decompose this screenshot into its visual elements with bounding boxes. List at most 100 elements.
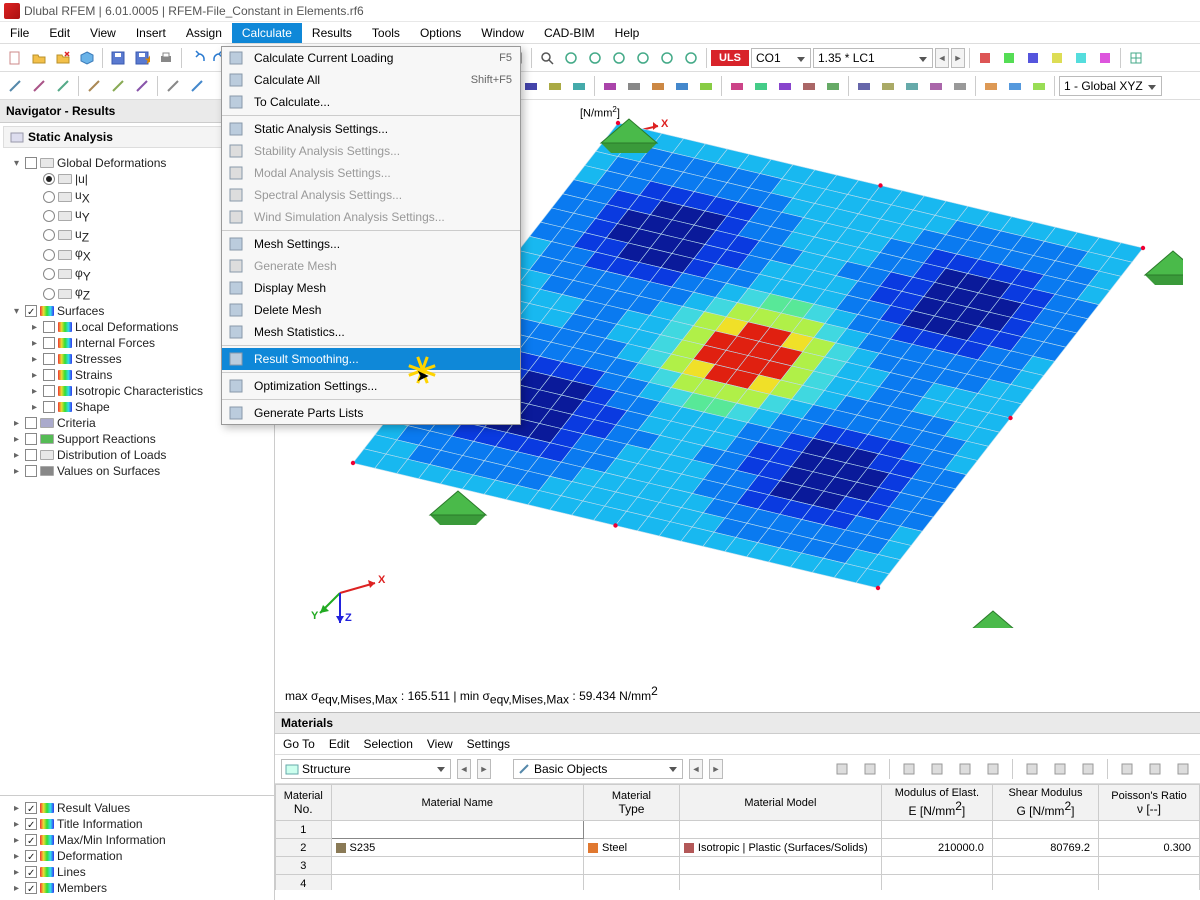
model-icon[interactable] xyxy=(76,47,98,69)
table-row[interactable]: 4 xyxy=(276,875,1200,891)
zoom-extents-icon[interactable] xyxy=(536,47,558,69)
menu-insert[interactable]: Insert xyxy=(126,23,176,43)
display-tool-icon[interactable] xyxy=(647,75,669,97)
next-button[interactable]: ► xyxy=(951,48,965,68)
menu-assign[interactable]: Assign xyxy=(176,23,232,43)
view-tool-icon[interactable] xyxy=(656,47,678,69)
display-tool-icon[interactable] xyxy=(798,75,820,97)
table-row[interactable]: 2S235SteelIsotropic | Plastic (Surfaces/… xyxy=(276,839,1200,857)
grid3-icon[interactable] xyxy=(954,758,976,780)
menuitem-mesh-settings-[interactable]: Mesh Settings... xyxy=(222,233,520,255)
view-tool-icon[interactable] xyxy=(584,47,606,69)
menu-calculate[interactable]: Calculate xyxy=(232,23,302,43)
matmenu-view[interactable]: View xyxy=(427,737,453,751)
result-tool-icon[interactable] xyxy=(1022,47,1044,69)
draw-tool-icon[interactable] xyxy=(52,75,74,97)
prev-button[interactable]: ◄ xyxy=(935,48,949,68)
tree-support-reactions[interactable]: ▸ Support Reactions xyxy=(2,431,272,447)
dispopt-result-values[interactable]: ▸ Result Values xyxy=(2,800,272,816)
grid2-icon[interactable] xyxy=(926,758,948,780)
open-icon[interactable] xyxy=(28,47,50,69)
view-tool-icon[interactable] xyxy=(560,47,582,69)
basic-prev[interactable]: ◄ xyxy=(689,759,703,779)
display-tool-icon[interactable] xyxy=(822,75,844,97)
struct-prev[interactable]: ◄ xyxy=(457,759,471,779)
dispopt-max-min-information[interactable]: ▸ Max/Min Information xyxy=(2,832,272,848)
loadcase-combo[interactable]: CO1 xyxy=(751,48,811,68)
menu-window[interactable]: Window xyxy=(471,23,534,43)
menu-file[interactable]: File xyxy=(0,23,39,43)
structure-combo[interactable]: Structure xyxy=(281,759,451,779)
del-icon[interactable] xyxy=(1049,758,1071,780)
result-tool-icon[interactable] xyxy=(1094,47,1116,69)
menuitem-result-smoothing-[interactable]: Result Smoothing... xyxy=(222,348,520,370)
grid1-icon[interactable] xyxy=(898,758,920,780)
basic-objects-combo[interactable]: Basic Objects xyxy=(513,759,683,779)
display-tool-icon[interactable] xyxy=(671,75,693,97)
new-icon[interactable] xyxy=(4,47,26,69)
settings-icon[interactable] xyxy=(1172,758,1194,780)
draw-tool-icon[interactable] xyxy=(107,75,129,97)
display-tool-icon[interactable] xyxy=(877,75,899,97)
menu-edit[interactable]: Edit xyxy=(39,23,80,43)
view-tool-icon[interactable] xyxy=(608,47,630,69)
display-tool-icon[interactable] xyxy=(544,75,566,97)
dispopt-members[interactable]: ▸ Members xyxy=(2,880,272,896)
display-tool-icon[interactable] xyxy=(925,75,947,97)
display-tool-icon[interactable] xyxy=(726,75,748,97)
result-tool-icon[interactable] xyxy=(998,47,1020,69)
menuitem-static-analysis-settings-[interactable]: Static Analysis Settings... xyxy=(222,118,520,140)
table-row[interactable]: 3 xyxy=(276,857,1200,875)
draw-tool-icon[interactable] xyxy=(28,75,50,97)
display-tool-icon[interactable] xyxy=(853,75,875,97)
close-icon[interactable] xyxy=(52,47,74,69)
view-tool-icon[interactable] xyxy=(680,47,702,69)
struct-next[interactable]: ► xyxy=(477,759,491,779)
display-tool-icon[interactable] xyxy=(774,75,796,97)
menu-cad-bim[interactable]: CAD-BIM xyxy=(534,23,605,43)
display-tool-icon[interactable] xyxy=(695,75,717,97)
matmenu-settings[interactable]: Settings xyxy=(467,737,510,751)
menu-options[interactable]: Options xyxy=(410,23,471,43)
matmenu-edit[interactable]: Edit xyxy=(329,737,350,751)
menu-tools[interactable]: Tools xyxy=(362,23,410,43)
cut-icon[interactable] xyxy=(1021,758,1043,780)
saveas-icon[interactable]: ★ xyxy=(131,47,153,69)
grid-icon[interactable] xyxy=(1125,47,1147,69)
print-icon[interactable] xyxy=(155,47,177,69)
display-tool-icon[interactable] xyxy=(1028,75,1050,97)
display-tool-icon[interactable] xyxy=(623,75,645,97)
draw-tool-icon[interactable] xyxy=(186,75,208,97)
menuitem-mesh-statistics-[interactable]: Mesh Statistics... xyxy=(222,321,520,343)
tree-distribution-of-loads[interactable]: ▸ Distribution of Loads xyxy=(2,447,272,463)
find-icon[interactable] xyxy=(1144,758,1166,780)
pointer-icon[interactable] xyxy=(831,758,853,780)
matmenu-go-to[interactable]: Go To xyxy=(283,737,315,751)
matmenu-selection[interactable]: Selection xyxy=(364,737,413,751)
draw-tool-icon[interactable] xyxy=(131,75,153,97)
display-tool-icon[interactable] xyxy=(901,75,923,97)
display-tool-icon[interactable] xyxy=(1004,75,1026,97)
result-tool-icon[interactable] xyxy=(1070,47,1092,69)
draw-tool-icon[interactable] xyxy=(162,75,184,97)
table-row[interactable]: 1 xyxy=(276,821,1200,839)
materials-table[interactable]: MaterialNo.Material NameMaterialTypeMate… xyxy=(275,784,1200,890)
dispopt-title-information[interactable]: ▸ Title Information xyxy=(2,816,272,832)
tree-values-on-surfaces[interactable]: ▸ Values on Surfaces xyxy=(2,463,272,479)
rect-select-icon[interactable] xyxy=(859,758,881,780)
draw-tool-icon[interactable] xyxy=(83,75,105,97)
menuitem-to-calculate-[interactable]: To Calculate... xyxy=(222,91,520,113)
display-tool-icon[interactable] xyxy=(750,75,772,97)
menuitem-calculate-all[interactable]: Calculate AllShift+F5 xyxy=(222,69,520,91)
coordsys-combo[interactable]: 1 - Global XYZ xyxy=(1059,76,1162,96)
display-tool-icon[interactable] xyxy=(949,75,971,97)
display-tool-icon[interactable] xyxy=(520,75,542,97)
draw-tool-icon[interactable] xyxy=(4,75,26,97)
basic-next[interactable]: ► xyxy=(709,759,723,779)
result-tool-icon[interactable] xyxy=(974,47,996,69)
loadcombo-combo[interactable]: 1.35 * LC1 xyxy=(813,48,933,68)
view-tool-icon[interactable] xyxy=(632,47,654,69)
menu-results[interactable]: Results xyxy=(302,23,362,43)
filter-icon[interactable] xyxy=(1116,758,1138,780)
menuitem-generate-parts-lists[interactable]: Generate Parts Lists xyxy=(222,402,520,424)
